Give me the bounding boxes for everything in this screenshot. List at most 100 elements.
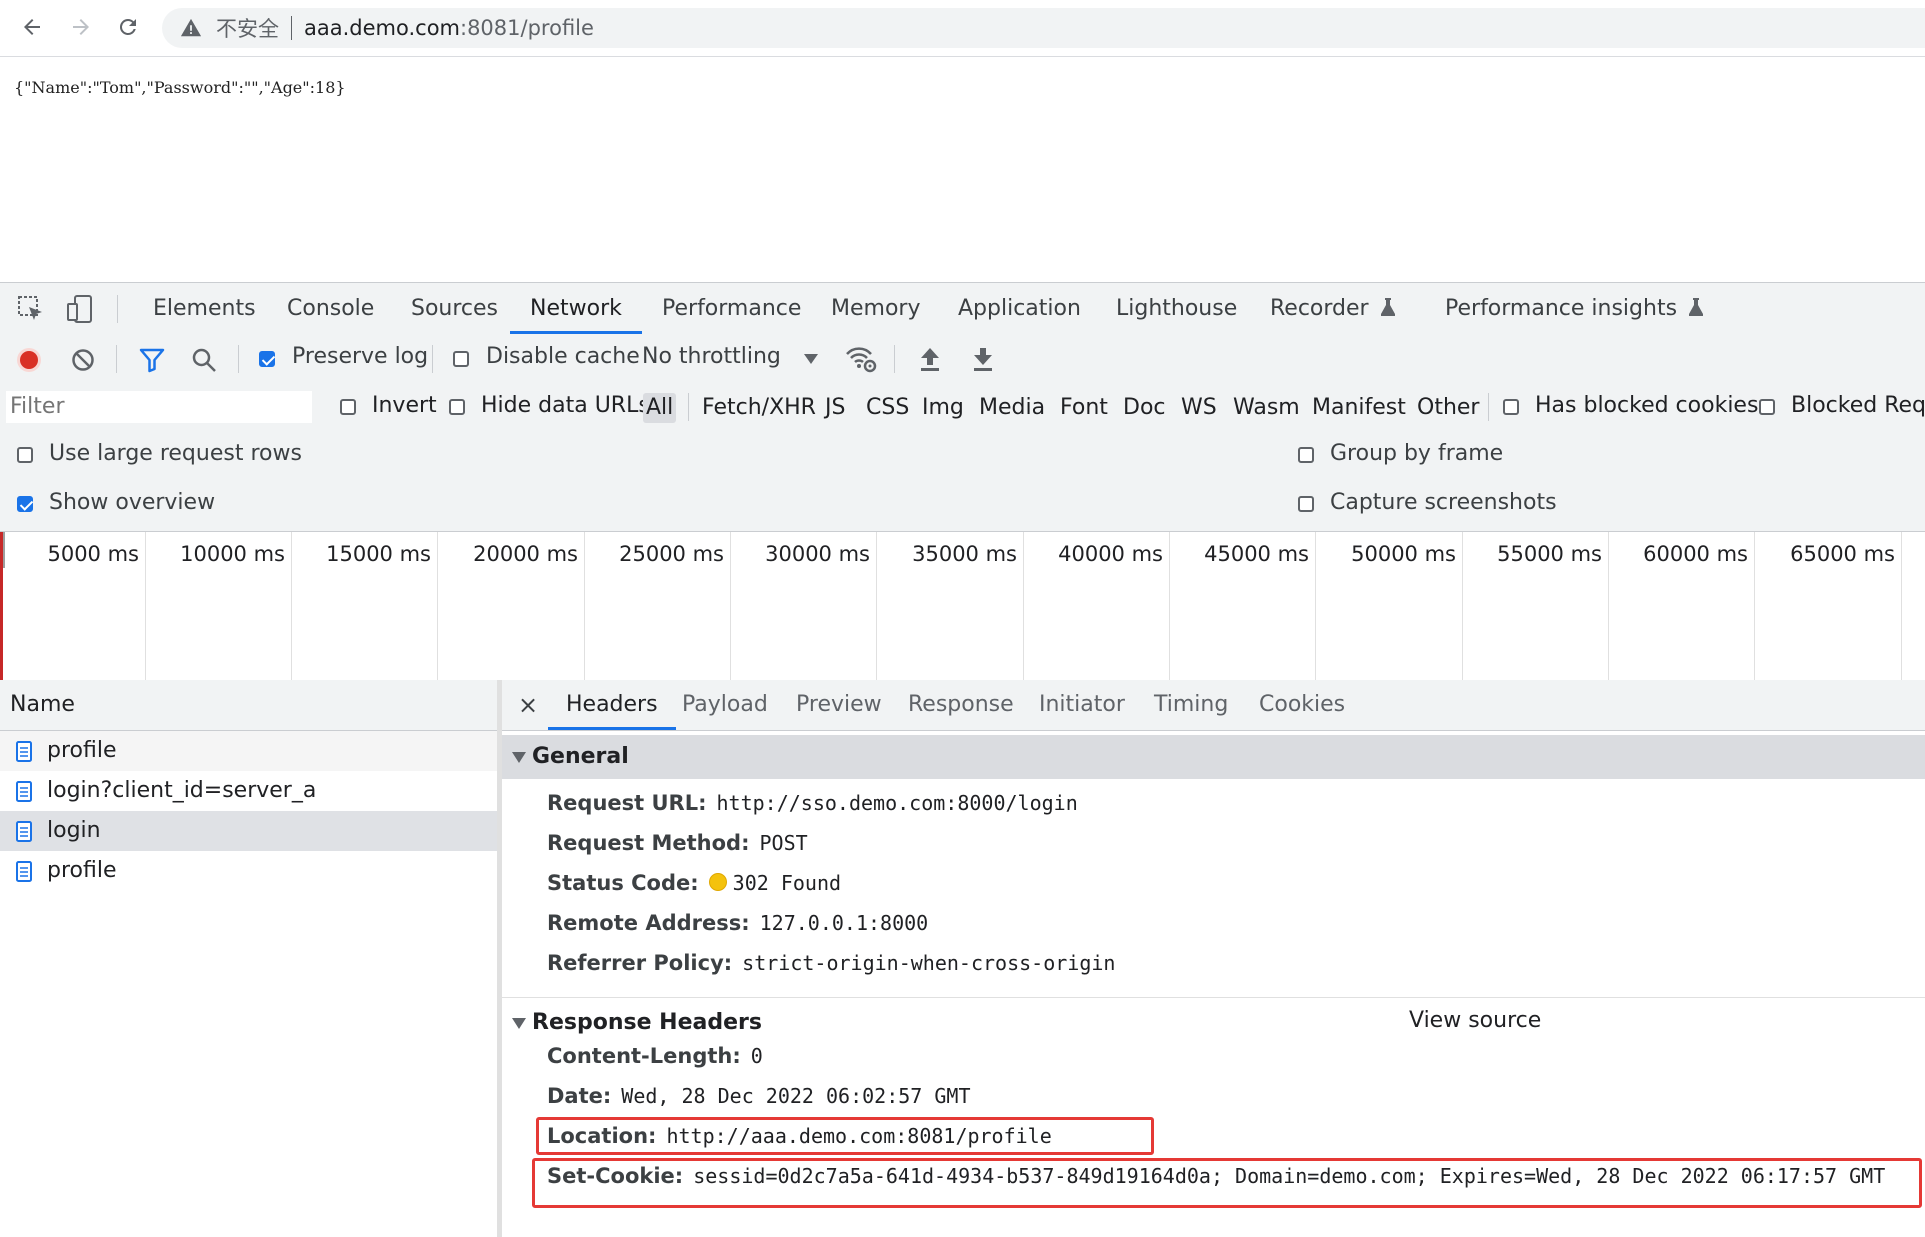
search-icon[interactable]: [191, 347, 217, 373]
request-detail-pane: × Headers Payload Preview Response Initi…: [502, 680, 1925, 1237]
header-row: Content-Length: 0: [547, 1044, 763, 1068]
overview-tick: 15000 ms: [292, 532, 438, 680]
back-button[interactable]: [15, 10, 49, 44]
capture-screenshots-label: Capture screenshots: [1330, 490, 1557, 515]
header-key: Date:: [547, 1084, 612, 1108]
overview-tick: 55000 ms: [1463, 532, 1609, 680]
request-row[interactable]: login?client_id=server_a: [0, 771, 497, 811]
divider: [502, 997, 1925, 998]
tab-elements[interactable]: Elements: [151, 283, 258, 334]
tab-sources[interactable]: Sources: [409, 283, 500, 334]
request-name: profile: [47, 738, 117, 763]
request-row[interactable]: profile: [0, 851, 497, 891]
download-icon[interactable]: [972, 346, 994, 372]
section-general-title: General: [532, 744, 629, 769]
overview-tick: 25000 ms: [585, 532, 731, 680]
throttling-select[interactable]: No throttling: [642, 344, 781, 369]
record-icon[interactable]: [16, 347, 42, 373]
filter-input[interactable]: [6, 391, 312, 423]
reload-button[interactable]: [111, 10, 145, 44]
network-overview-timeline[interactable]: 5000 ms 10000 ms 15000 ms 20000 ms 25000…: [0, 532, 1925, 681]
filter-type-js[interactable]: JS: [822, 393, 848, 423]
blocked-requests-checkbox[interactable]: [1759, 399, 1775, 415]
tab-application[interactable]: Application: [956, 283, 1083, 334]
address-bar[interactable]: 不安全 aaa.demo.com:8081/profile: [162, 8, 1925, 48]
upload-icon[interactable]: [919, 346, 941, 372]
security-label[interactable]: 不安全: [216, 13, 279, 43]
filter-type-ws[interactable]: WS: [1178, 393, 1220, 423]
triangle-down-icon: [512, 752, 526, 763]
tab-timing[interactable]: Timing: [1154, 680, 1228, 730]
filter-type-all[interactable]: All: [643, 393, 677, 423]
view-source-link[interactable]: View source: [1409, 1008, 1541, 1033]
tab-cookies[interactable]: Cookies: [1259, 680, 1345, 730]
request-row[interactable]: profile: [0, 731, 497, 771]
tab-performance-insights[interactable]: Performance insights: [1443, 283, 1705, 334]
network-settings: Use large request rows Show overview Gro…: [0, 431, 1925, 532]
tab-headers[interactable]: Headers: [548, 680, 676, 730]
filter-type-doc[interactable]: Doc: [1120, 393, 1169, 423]
group-by-frame-label: Group by frame: [1330, 441, 1504, 466]
tab-performance[interactable]: Performance: [660, 283, 803, 334]
chevron-down-icon[interactable]: [804, 354, 818, 364]
preserve-log-checkbox[interactable]: [259, 351, 275, 367]
filter-type-wasm[interactable]: Wasm: [1230, 393, 1303, 423]
capture-screenshots-checkbox[interactable]: [1298, 496, 1314, 512]
overview-tick: 30000 ms: [731, 532, 877, 680]
filter-funnel-icon[interactable]: [139, 347, 165, 373]
network-conditions-icon[interactable]: [845, 345, 877, 373]
document-icon: [16, 820, 32, 842]
request-name: profile: [47, 858, 117, 883]
filter-type-fetch-xhr[interactable]: Fetch/XHR: [699, 393, 819, 423]
forward-button[interactable]: [64, 10, 98, 44]
section-general[interactable]: General: [502, 735, 1925, 779]
has-blocked-cookies-checkbox[interactable]: [1503, 399, 1519, 415]
tab-initiator[interactable]: Initiator: [1039, 680, 1125, 730]
column-header-name[interactable]: Name: [0, 680, 497, 731]
overview-tick: 10000 ms: [146, 532, 292, 680]
overview-tick: 5000 ms: [0, 532, 146, 680]
filter-type-other[interactable]: Other: [1414, 393, 1482, 423]
header-row: Date: Wed, 28 Dec 2022 06:02:57 GMT: [547, 1084, 971, 1108]
detail-tab-bar: × Headers Payload Preview Response Initi…: [502, 680, 1925, 731]
header-key: Request Method:: [547, 831, 750, 855]
header-row: Status Code: 302 Found: [547, 871, 841, 895]
tab-lighthouse[interactable]: Lighthouse: [1114, 283, 1239, 334]
arrow-right-icon: [73, 19, 89, 35]
devtools-panel: Elements Console Sources Network Perform…: [0, 282, 1925, 1237]
tab-preview[interactable]: Preview: [796, 680, 882, 730]
invert-checkbox[interactable]: [340, 399, 356, 415]
filter-type-css[interactable]: CSS: [863, 393, 912, 423]
tab-console[interactable]: Console: [285, 283, 376, 334]
header-row: Request Method: POST: [547, 831, 808, 855]
header-key: Request URL:: [547, 791, 707, 815]
overview-tick: 60000 ms: [1609, 532, 1755, 680]
filter-type-font[interactable]: Font: [1057, 393, 1111, 423]
tab-recorder[interactable]: Recorder: [1268, 283, 1397, 334]
tab-network[interactable]: Network: [510, 283, 642, 334]
document-icon: [16, 860, 32, 882]
filter-type-media[interactable]: Media: [976, 393, 1048, 423]
section-response-headers[interactable]: Response Headers: [502, 1001, 1925, 1045]
inspect-element-icon[interactable]: [16, 294, 46, 324]
header-value: Wed, 28 Dec 2022 06:02:57 GMT: [621, 1084, 971, 1108]
large-request-rows-checkbox[interactable]: [17, 447, 33, 463]
filter-type-img[interactable]: Img: [919, 393, 967, 423]
show-overview-checkbox[interactable]: [17, 496, 33, 512]
disable-cache-checkbox[interactable]: [453, 351, 469, 367]
tab-response[interactable]: Response: [908, 680, 1014, 730]
group-by-frame-checkbox[interactable]: [1298, 447, 1314, 463]
divider: [117, 295, 118, 323]
close-icon[interactable]: ×: [518, 680, 538, 730]
document-icon: [16, 740, 32, 762]
filter-type-manifest[interactable]: Manifest: [1309, 393, 1409, 423]
clear-icon[interactable]: [71, 348, 95, 372]
request-row-selected[interactable]: login: [0, 811, 497, 851]
header-row: Referrer Policy: strict-origin-when-cross…: [547, 951, 1115, 975]
overview-tick: 20000 ms: [438, 532, 585, 680]
tab-memory[interactable]: Memory: [829, 283, 922, 334]
request-list: Name profile login?client_id=server_a lo…: [0, 680, 502, 1237]
device-toolbar-icon[interactable]: [65, 294, 95, 324]
tab-payload[interactable]: Payload: [682, 680, 768, 730]
hide-data-urls-checkbox[interactable]: [449, 399, 465, 415]
